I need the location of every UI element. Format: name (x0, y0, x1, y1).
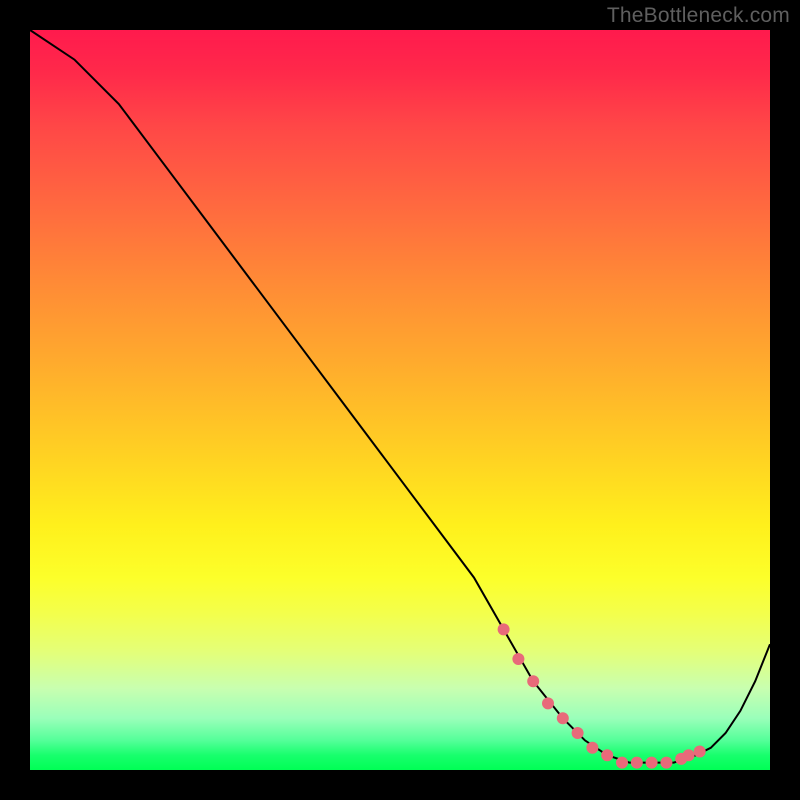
plot-area (30, 30, 770, 770)
sweet-spot-marker (694, 746, 706, 758)
sweet-spot-marker (542, 697, 554, 709)
chart-overlay (30, 30, 770, 770)
sweet-spot-marker (631, 757, 643, 769)
chart-frame: TheBottleneck.com (0, 0, 800, 800)
sweet-spot-marker (660, 757, 672, 769)
sweet-spot-marker (586, 742, 598, 754)
watermark-text: TheBottleneck.com (607, 4, 790, 28)
sweet-spot-marker (572, 727, 584, 739)
sweet-spot-marker (527, 675, 539, 687)
sweet-spot-marker (498, 623, 510, 635)
sweet-spot-marker (646, 757, 658, 769)
sweet-spot-marker (616, 757, 628, 769)
sweet-spot-marker (683, 749, 695, 761)
sweet-spot-marker (557, 712, 569, 724)
sweet-spot-marker (601, 749, 613, 761)
sweet-spot-markers (498, 623, 706, 768)
bottleneck-curve (30, 30, 770, 763)
sweet-spot-marker (512, 653, 524, 665)
